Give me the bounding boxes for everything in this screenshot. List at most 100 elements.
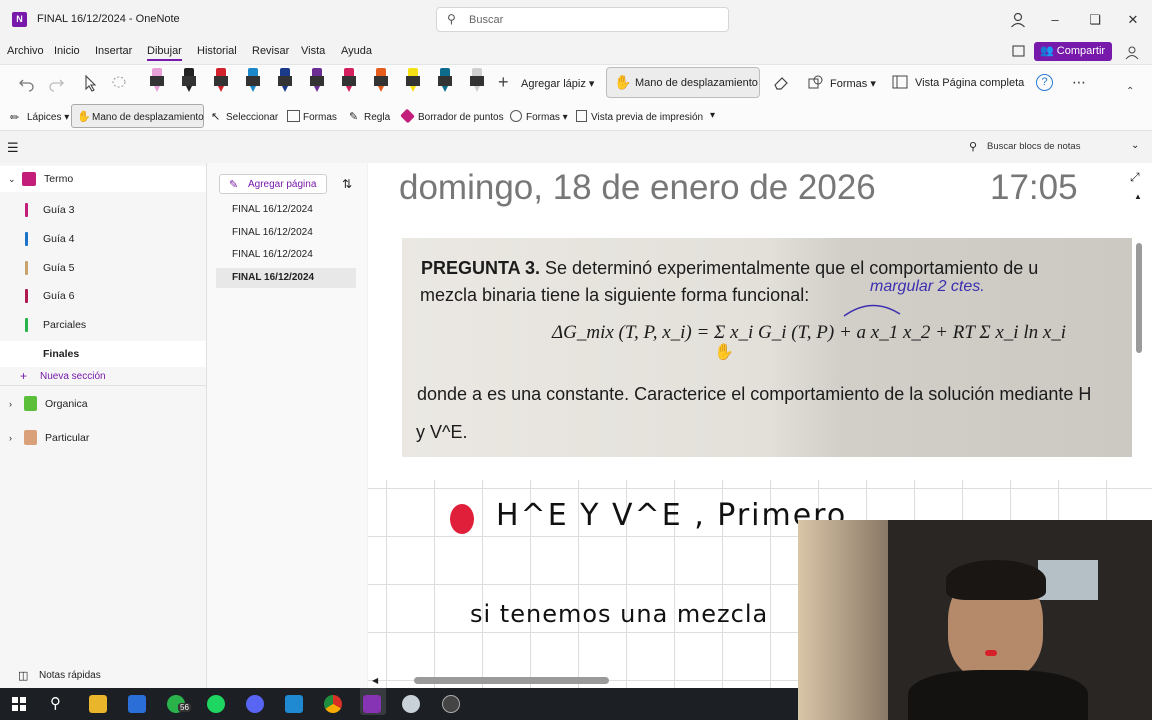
point-eraser-button[interactable]: Borrador de puntos	[418, 112, 504, 123]
shapes-button[interactable]: Formas ▾	[830, 77, 876, 90]
webcam-person-shirt	[908, 670, 1088, 720]
collapse-ribbon-icon[interactable]: ⌃	[1126, 86, 1134, 97]
account-icon[interactable]	[1008, 10, 1028, 30]
question-photo: PREGUNTA 3. Se determinó experimentalmen…	[402, 238, 1132, 457]
undo-icon[interactable]	[18, 74, 36, 92]
question-line3: donde a es una constante. Caracterice el…	[417, 384, 1092, 404]
hand-icon: ✋	[614, 74, 632, 90]
scroll-left-icon[interactable]: ◀	[372, 676, 378, 685]
ink-line2: si tenemos una mezcla	[470, 600, 769, 628]
feedback-icon[interactable]	[1124, 44, 1140, 60]
pen-swatch[interactable]	[374, 68, 388, 94]
page-item[interactable]: FINAL 16/12/2024	[216, 245, 356, 265]
menu-vista[interactable]: Vista	[301, 45, 325, 57]
menu-dibujar[interactable]: Dibujar	[147, 45, 182, 57]
quick-notes-button[interactable]: Notas rápidas	[39, 670, 101, 681]
shapes2-dropdown[interactable]: Formas ▾	[526, 112, 568, 123]
sidebar-divider	[0, 385, 206, 386]
sidebar-section[interactable]: Finales	[0, 341, 206, 367]
pen-swatch[interactable]	[406, 68, 420, 94]
search-input[interactable]: ⚲ Buscar	[436, 7, 729, 32]
share-button[interactable]: 👥 Compartir ▾	[1034, 42, 1112, 76]
file-explorer-icon[interactable]	[89, 695, 107, 713]
toolbar-overflow-icon[interactable]: ▾	[710, 110, 715, 121]
more-options-icon[interactable]: ⋯	[1072, 74, 1086, 91]
share-label: Compartir	[1056, 45, 1106, 57]
restore-button[interactable]: ❏	[1080, 10, 1110, 30]
select-arrow-icon[interactable]	[82, 74, 98, 92]
obs-icon[interactable]	[442, 695, 460, 713]
shapes2-label: Formas	[526, 112, 560, 123]
pen-swatch[interactable]	[150, 68, 164, 94]
pen-swatch[interactable]	[438, 68, 452, 94]
discord-icon[interactable]	[246, 695, 264, 713]
chevron-right-icon: ›	[9, 399, 12, 409]
notebook-particular[interactable]: › Particular	[0, 425, 206, 451]
notebook-organica[interactable]: › Organica	[0, 391, 206, 417]
page-item[interactable]: FINAL 16/12/2024	[216, 223, 356, 243]
eraser-icon[interactable]	[772, 73, 790, 91]
redo-icon[interactable]	[47, 74, 65, 92]
pen-swatch[interactable]	[470, 68, 484, 94]
search-scope-dropdown-icon[interactable]: ⌄	[1131, 140, 1139, 151]
sidebar-section[interactable]: Guía 4	[0, 226, 206, 252]
minimize-button[interactable]: –	[1040, 10, 1070, 30]
app-icon-generic[interactable]	[402, 695, 420, 713]
scroll-up-icon[interactable]: ▲	[1134, 192, 1142, 201]
hamburger-menu-icon[interactable]: ☰	[7, 140, 19, 156]
shapes-icon	[808, 74, 824, 90]
sidebar-section[interactable]: Guía 5	[0, 255, 206, 281]
sidebar-section[interactable]: Guía 6	[0, 283, 206, 309]
select-button[interactable]: Seleccionar	[226, 112, 278, 123]
page-item-selected[interactable]: FINAL 16/12/2024	[216, 268, 356, 288]
page-view-icon[interactable]	[1011, 44, 1027, 58]
sidebar-section[interactable]: Guía 3	[0, 197, 206, 223]
active-tab-indicator	[147, 59, 182, 61]
active-app-highlight	[360, 685, 386, 715]
close-button[interactable]: ✕	[1118, 10, 1148, 30]
pen-swatch[interactable]	[342, 68, 356, 94]
pencils-dropdown[interactable]: Lápices ▾	[27, 112, 69, 123]
pen-swatch[interactable]	[182, 68, 196, 94]
chrome-icon[interactable]	[324, 695, 342, 713]
ruler-button[interactable]: Regla	[364, 112, 390, 123]
spotify-icon[interactable]	[207, 695, 225, 713]
expand-icon[interactable]: ⤢	[1130, 170, 1140, 185]
sort-pages-icon[interactable]: ⇅	[342, 177, 352, 191]
add-page-label: Agregar página	[248, 179, 317, 190]
pen-swatch[interactable]	[310, 68, 324, 94]
pen-swatch[interactable]	[214, 68, 228, 94]
add-pen-button[interactable]: Agregar lápiz ▾	[521, 77, 594, 90]
windows-start-icon[interactable]	[12, 697, 26, 711]
ruler-icon: ✎	[349, 111, 359, 123]
menu-historial[interactable]: Historial	[197, 45, 237, 57]
notebook-icon	[24, 430, 37, 445]
lasso-icon[interactable]	[110, 74, 128, 92]
pen-swatch[interactable]	[246, 68, 260, 94]
menu-ayuda[interactable]: Ayuda	[341, 45, 372, 57]
question-text-line1: PREGUNTA 3. Se determinó experimentalmen…	[421, 258, 1038, 279]
pen-swatch[interactable]	[278, 68, 292, 94]
vscode-icon[interactable]	[285, 695, 303, 713]
page-item[interactable]: FINAL 16/12/2024	[216, 200, 356, 220]
help-icon[interactable]: ?	[1036, 74, 1053, 91]
notebook-icon	[24, 396, 37, 411]
notebook-termo[interactable]: ⌄ Termo	[0, 166, 206, 192]
menu-revisar[interactable]: Revisar	[252, 45, 289, 57]
search-icon: ⚲	[447, 12, 456, 26]
store-icon[interactable]	[128, 695, 146, 713]
taskbar-search-icon[interactable]: ⚲	[50, 694, 61, 712]
vertical-scrollbar[interactable]	[1136, 243, 1142, 353]
new-section-button[interactable]: Nueva sección	[40, 371, 106, 382]
print-preview-button[interactable]: Vista previa de impresión	[591, 112, 703, 123]
sidebar-section[interactable]: Parciales	[0, 312, 206, 338]
menu-insertar[interactable]: Insertar	[95, 45, 132, 57]
full-page-view-button[interactable]: Vista Página completa	[915, 77, 1024, 89]
menu-archivo[interactable]: Archivo	[7, 45, 44, 57]
horizontal-scrollbar[interactable]	[414, 677, 609, 684]
menu-inicio[interactable]: Inicio	[54, 45, 80, 57]
shapes-small-button[interactable]: Formas	[303, 112, 337, 123]
full-page-icon	[892, 74, 908, 90]
section-label: Parciales	[43, 319, 87, 332]
search-notebooks-input[interactable]: Buscar blocs de notas	[987, 141, 1080, 152]
